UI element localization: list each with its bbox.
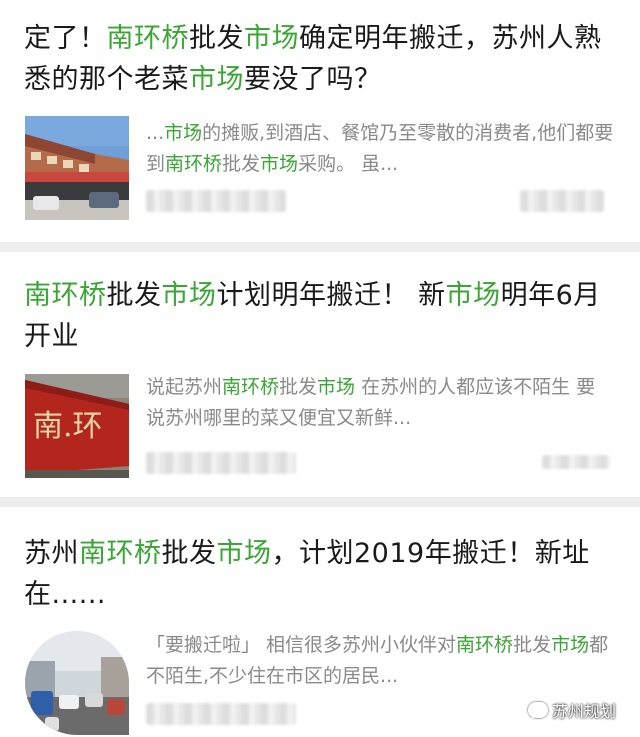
keyword-highlight: 市场 bbox=[260, 153, 299, 175]
text-segment: 说起苏州 bbox=[146, 376, 223, 398]
keyword-highlight: 市场 bbox=[189, 64, 244, 95]
article-thumbnail bbox=[25, 631, 129, 735]
keyword-highlight: 市场 bbox=[244, 23, 299, 54]
keyword-highlight: 南环桥 bbox=[165, 153, 223, 175]
keyword-highlight: 市场 bbox=[445, 280, 501, 311]
article-snippet: 「要搬迁啦」 相信很多苏州小伙伴对南环桥批发市场都不陌生,不少住在市区的居民..… bbox=[146, 630, 614, 692]
article-title[interactable]: 南环桥批发市场计划明年搬迁！ 新市场明年6月开业 bbox=[24, 275, 620, 357]
keyword-highlight: 市场 bbox=[551, 634, 590, 656]
text-segment: 批发 bbox=[222, 153, 261, 175]
text-segment: 「要搬迁啦」 相信很多苏州小伙伴对 bbox=[146, 634, 457, 656]
blurred-meta bbox=[542, 455, 610, 469]
text-segment: 批发 bbox=[189, 23, 244, 54]
keyword-highlight: 南环桥 bbox=[24, 280, 107, 311]
keyword-highlight: 市场 bbox=[164, 122, 203, 144]
text-segment: 批发 bbox=[106, 280, 162, 311]
keyword-highlight: 南环桥 bbox=[456, 634, 514, 656]
watermark-label: 苏州规划 bbox=[552, 702, 617, 721]
article-card[interactable]: 定了！南环桥批发市场确定明年搬迁，苏州人熟悉的那个老菜市场要没了吗？ ...市场… bbox=[0, 0, 640, 242]
article-snippet: ...市场的摊贩,到酒店、餐馆乃至零散的消费者,他们都要到南环桥批发市场采购。 … bbox=[146, 118, 614, 180]
blurred-meta bbox=[520, 190, 604, 212]
article-thumbnail bbox=[25, 116, 129, 220]
keyword-highlight: 市场 bbox=[161, 280, 217, 311]
keyword-highlight: 市场 bbox=[317, 376, 356, 398]
text-segment: ... bbox=[146, 122, 165, 144]
article-thumbnail: 南.环 bbox=[25, 374, 129, 478]
article-card[interactable]: 南环桥批发市场计划明年搬迁！ 新市场明年6月开业 南.环 说起苏州南环桥批发市场… bbox=[0, 252, 640, 497]
blurred-meta bbox=[146, 452, 296, 474]
source-watermark: 苏州规划 bbox=[528, 697, 616, 723]
keyword-highlight: 南环桥 bbox=[79, 538, 162, 569]
wechat-bubble-icon bbox=[528, 702, 548, 718]
text-segment: 要没了吗？ bbox=[244, 64, 382, 95]
text-segment: 苏州 bbox=[24, 538, 79, 569]
text-segment: 批发 bbox=[279, 376, 318, 398]
text-segment: 定了！ bbox=[24, 23, 107, 54]
text-segment: 采购。 虽... bbox=[298, 153, 399, 175]
article-snippet: 说起苏州南环桥批发市场 在苏州的人都应该不陌生 要说苏州哪里的菜又便宜又新鲜..… bbox=[146, 372, 614, 434]
keyword-highlight: 南环桥 bbox=[106, 23, 189, 54]
article-title[interactable]: 定了！南环桥批发市场确定明年搬迁，苏州人熟悉的那个老菜市场要没了吗？ bbox=[24, 18, 620, 100]
thumb-sign-text: 南.环 bbox=[33, 409, 103, 444]
text-segment: 计划明年搬迁！ 新 bbox=[216, 280, 446, 311]
keyword-highlight: 市场 bbox=[216, 538, 272, 569]
blurred-meta bbox=[146, 190, 286, 212]
article-title[interactable]: 苏州南环桥批发市场，计划2019年搬迁！新址在...... bbox=[24, 533, 620, 615]
text-segment: 批发 bbox=[513, 634, 552, 656]
blurred-meta bbox=[146, 703, 296, 725]
keyword-highlight: 南环桥 bbox=[222, 376, 280, 398]
text-segment: 批发 bbox=[161, 538, 217, 569]
